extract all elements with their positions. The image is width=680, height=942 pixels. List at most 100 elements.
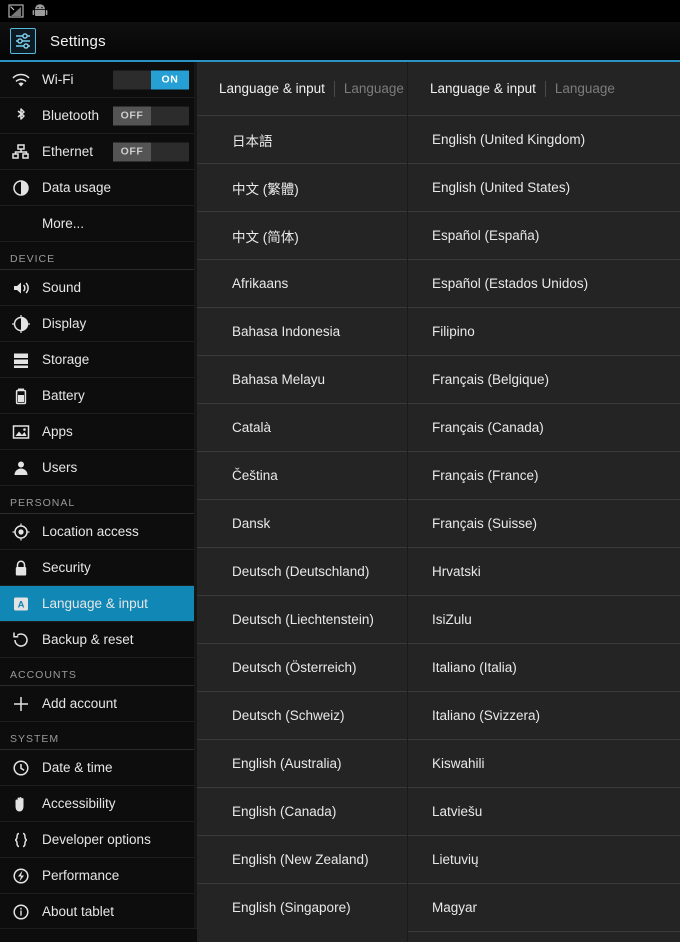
action-bar: Settings bbox=[0, 22, 680, 62]
language-list-item[interactable]: 中文 (繁體) bbox=[197, 163, 407, 211]
breadcrumb-primary[interactable]: Language & input bbox=[219, 81, 325, 96]
sidebar-item-about-tablet[interactable]: About tablet bbox=[0, 894, 197, 930]
language-list-item[interactable]: Hrvatski bbox=[408, 547, 680, 595]
battery-icon bbox=[10, 386, 32, 406]
language-label: Català bbox=[232, 420, 272, 435]
settings-sliders-icon bbox=[10, 28, 36, 54]
language-list-item[interactable]: Deutsch (Deutschland) bbox=[197, 547, 407, 595]
svg-text:A: A bbox=[18, 599, 25, 610]
status-bar bbox=[0, 0, 680, 22]
language-label: Español (España) bbox=[432, 228, 540, 243]
language-label: Magyar bbox=[432, 900, 478, 915]
language-label: English (Singapore) bbox=[232, 900, 351, 915]
sidebar-item-label: Location access bbox=[42, 524, 139, 539]
sidebar-item-language-input[interactable]: A Language & input bbox=[0, 586, 197, 622]
language-list-item[interactable]: Français (France) bbox=[408, 451, 680, 499]
sidebar-item-backup-reset[interactable]: Backup & reset bbox=[0, 622, 197, 658]
sidebar-item-ethernet[interactable]: Ethernet OFF bbox=[0, 134, 197, 170]
sidebar-item-date-time[interactable]: Date & time bbox=[0, 750, 197, 786]
users-icon bbox=[10, 458, 32, 478]
language-list-item[interactable]: Italiano (Italia) bbox=[408, 643, 680, 691]
language-list-item[interactable]: Lietuvių bbox=[408, 835, 680, 883]
language-list-item[interactable]: Français (Suisse) bbox=[408, 499, 680, 547]
sidebar-item-developer-options[interactable]: Developer options bbox=[0, 822, 197, 858]
toggle-knob: OFF bbox=[113, 106, 151, 125]
language-label: Čeština bbox=[232, 468, 278, 483]
language-label: Latviešu bbox=[432, 804, 483, 819]
language-list-item[interactable]: Français (Canada) bbox=[408, 403, 680, 451]
sidebar-item-label: Ethernet bbox=[42, 144, 94, 159]
breadcrumb-primary[interactable]: Language & input bbox=[430, 81, 536, 96]
sidebar-item-data-usage[interactable]: Data usage bbox=[0, 170, 197, 206]
language-list-item[interactable]: Bahasa Melayu bbox=[197, 355, 407, 403]
sidebar-item-label: Performance bbox=[42, 868, 120, 883]
language-list-previous[interactable]: 日本語中文 (繁體) 中文 (简体) Afrikaans Bahasa Indones… bbox=[197, 115, 407, 931]
sidebar-item-location-access[interactable]: Location access bbox=[0, 514, 197, 550]
language-list-item[interactable]: English (New Zealand) bbox=[197, 835, 407, 883]
sidebar-item-label: Security bbox=[42, 560, 91, 575]
clock-icon bbox=[10, 758, 32, 778]
language-list-item[interactable]: English (Australia) bbox=[197, 739, 407, 787]
sidebar-item-battery[interactable]: Battery bbox=[0, 378, 197, 414]
language-list-current[interactable]: English (United Kingdom) English (United … bbox=[408, 115, 680, 942]
language-list-item[interactable]: Magyar bbox=[408, 883, 680, 931]
language-label: English (United Kingdom) bbox=[432, 132, 586, 147]
sidebar-item-security[interactable]: Security bbox=[0, 550, 197, 586]
sidebar-item-sound[interactable]: Sound bbox=[0, 270, 197, 306]
sidebar-item-accessibility[interactable]: Accessibility bbox=[0, 786, 197, 822]
language-list-item[interactable]: Latviešu bbox=[408, 787, 680, 835]
language-list-item[interactable]: 日本語 bbox=[197, 115, 407, 163]
sidebar-item-users[interactable]: Users bbox=[0, 450, 197, 486]
location-icon bbox=[10, 522, 32, 542]
language-label: English (Canada) bbox=[232, 804, 337, 819]
language-list-item[interactable]: 中文 (简体) bbox=[197, 211, 407, 259]
language-list-item[interactable]: Deutsch (Österreich) bbox=[197, 643, 407, 691]
language-list-item[interactable]: Dansk bbox=[197, 499, 407, 547]
language-list-item[interactable]: Español (España) bbox=[408, 211, 680, 259]
language-list-item[interactable]: Français (Belgique) bbox=[408, 355, 680, 403]
language-list-item[interactable]: English (Canada) bbox=[197, 787, 407, 835]
language-label: Deutsch (Österreich) bbox=[232, 660, 357, 675]
breadcrumb-secondary: Language bbox=[554, 81, 615, 96]
sidebar-item-more[interactable]: More... bbox=[0, 206, 197, 242]
wifi-icon bbox=[10, 70, 32, 90]
sidebar-bottom-strip bbox=[0, 928, 197, 942]
language-list-item[interactable]: Nederlands (België) bbox=[408, 931, 680, 942]
toggle-wi-fi[interactable]: ON bbox=[113, 70, 189, 89]
sidebar-item-performance[interactable]: Performance bbox=[0, 858, 197, 894]
sidebar-item-bluetooth[interactable]: Bluetooth OFF bbox=[0, 98, 197, 134]
language-label: 中文 (繁體) bbox=[232, 181, 299, 197]
sidebar-item-label: Date & time bbox=[42, 760, 113, 775]
settings-sidebar[interactable]: Wi-Fi ON Bluetooth OFF Ethernet OFF Data usage… bbox=[0, 62, 197, 942]
language-list-item[interactable]: IsiZulu bbox=[408, 595, 680, 643]
language-list-item[interactable]: Bahasa Indonesia bbox=[197, 307, 407, 355]
language-list-item[interactable]: Filipino bbox=[408, 307, 680, 355]
sidebar-item-wi-fi[interactable]: Wi-Fi ON bbox=[0, 62, 197, 98]
language-list-item[interactable]: English (United Kingdom) bbox=[408, 115, 680, 163]
sidebar-item-storage[interactable]: Storage bbox=[0, 342, 197, 378]
language-list-item[interactable]: English (Singapore) bbox=[197, 883, 407, 931]
language-list-item[interactable]: Deutsch (Liechtenstein) bbox=[197, 595, 407, 643]
sidebar-item-add-account[interactable]: Add account bbox=[0, 686, 197, 722]
sidebar-group-header: PERSONAL bbox=[0, 486, 197, 514]
toggle-knob: ON bbox=[151, 70, 189, 89]
language-list-item[interactable]: English (United States) bbox=[408, 163, 680, 211]
language-list-item[interactable]: Kiswahili bbox=[408, 739, 680, 787]
toggle-ethernet[interactable]: OFF bbox=[113, 142, 189, 161]
sidebar-item-display[interactable]: Display bbox=[0, 306, 197, 342]
toggle-bluetooth[interactable]: OFF bbox=[113, 106, 189, 125]
language-label: Bahasa Indonesia bbox=[232, 324, 341, 339]
sidebar-item-label: Apps bbox=[42, 424, 73, 439]
sidebar-item-apps[interactable]: Apps bbox=[0, 414, 197, 450]
lock-icon bbox=[10, 558, 32, 578]
breadcrumb-secondary: Language bbox=[343, 81, 404, 96]
language-list-item[interactable]: Español (Estados Unidos) bbox=[408, 259, 680, 307]
language-list-item[interactable]: Català bbox=[197, 403, 407, 451]
breadcrumb: Language & input Language bbox=[197, 62, 407, 115]
language-list-item[interactable]: Deutsch (Schweiz) bbox=[197, 691, 407, 739]
language-panel-previous: Language & input Language 日本語中文 (繁體) 中文 (… bbox=[197, 62, 408, 942]
language-label: Español (Estados Unidos) bbox=[432, 276, 589, 291]
language-list-item[interactable]: Čeština bbox=[197, 451, 407, 499]
language-list-item[interactable]: Italiano (Svizzera) bbox=[408, 691, 680, 739]
language-list-item[interactable]: Afrikaans bbox=[197, 259, 407, 307]
